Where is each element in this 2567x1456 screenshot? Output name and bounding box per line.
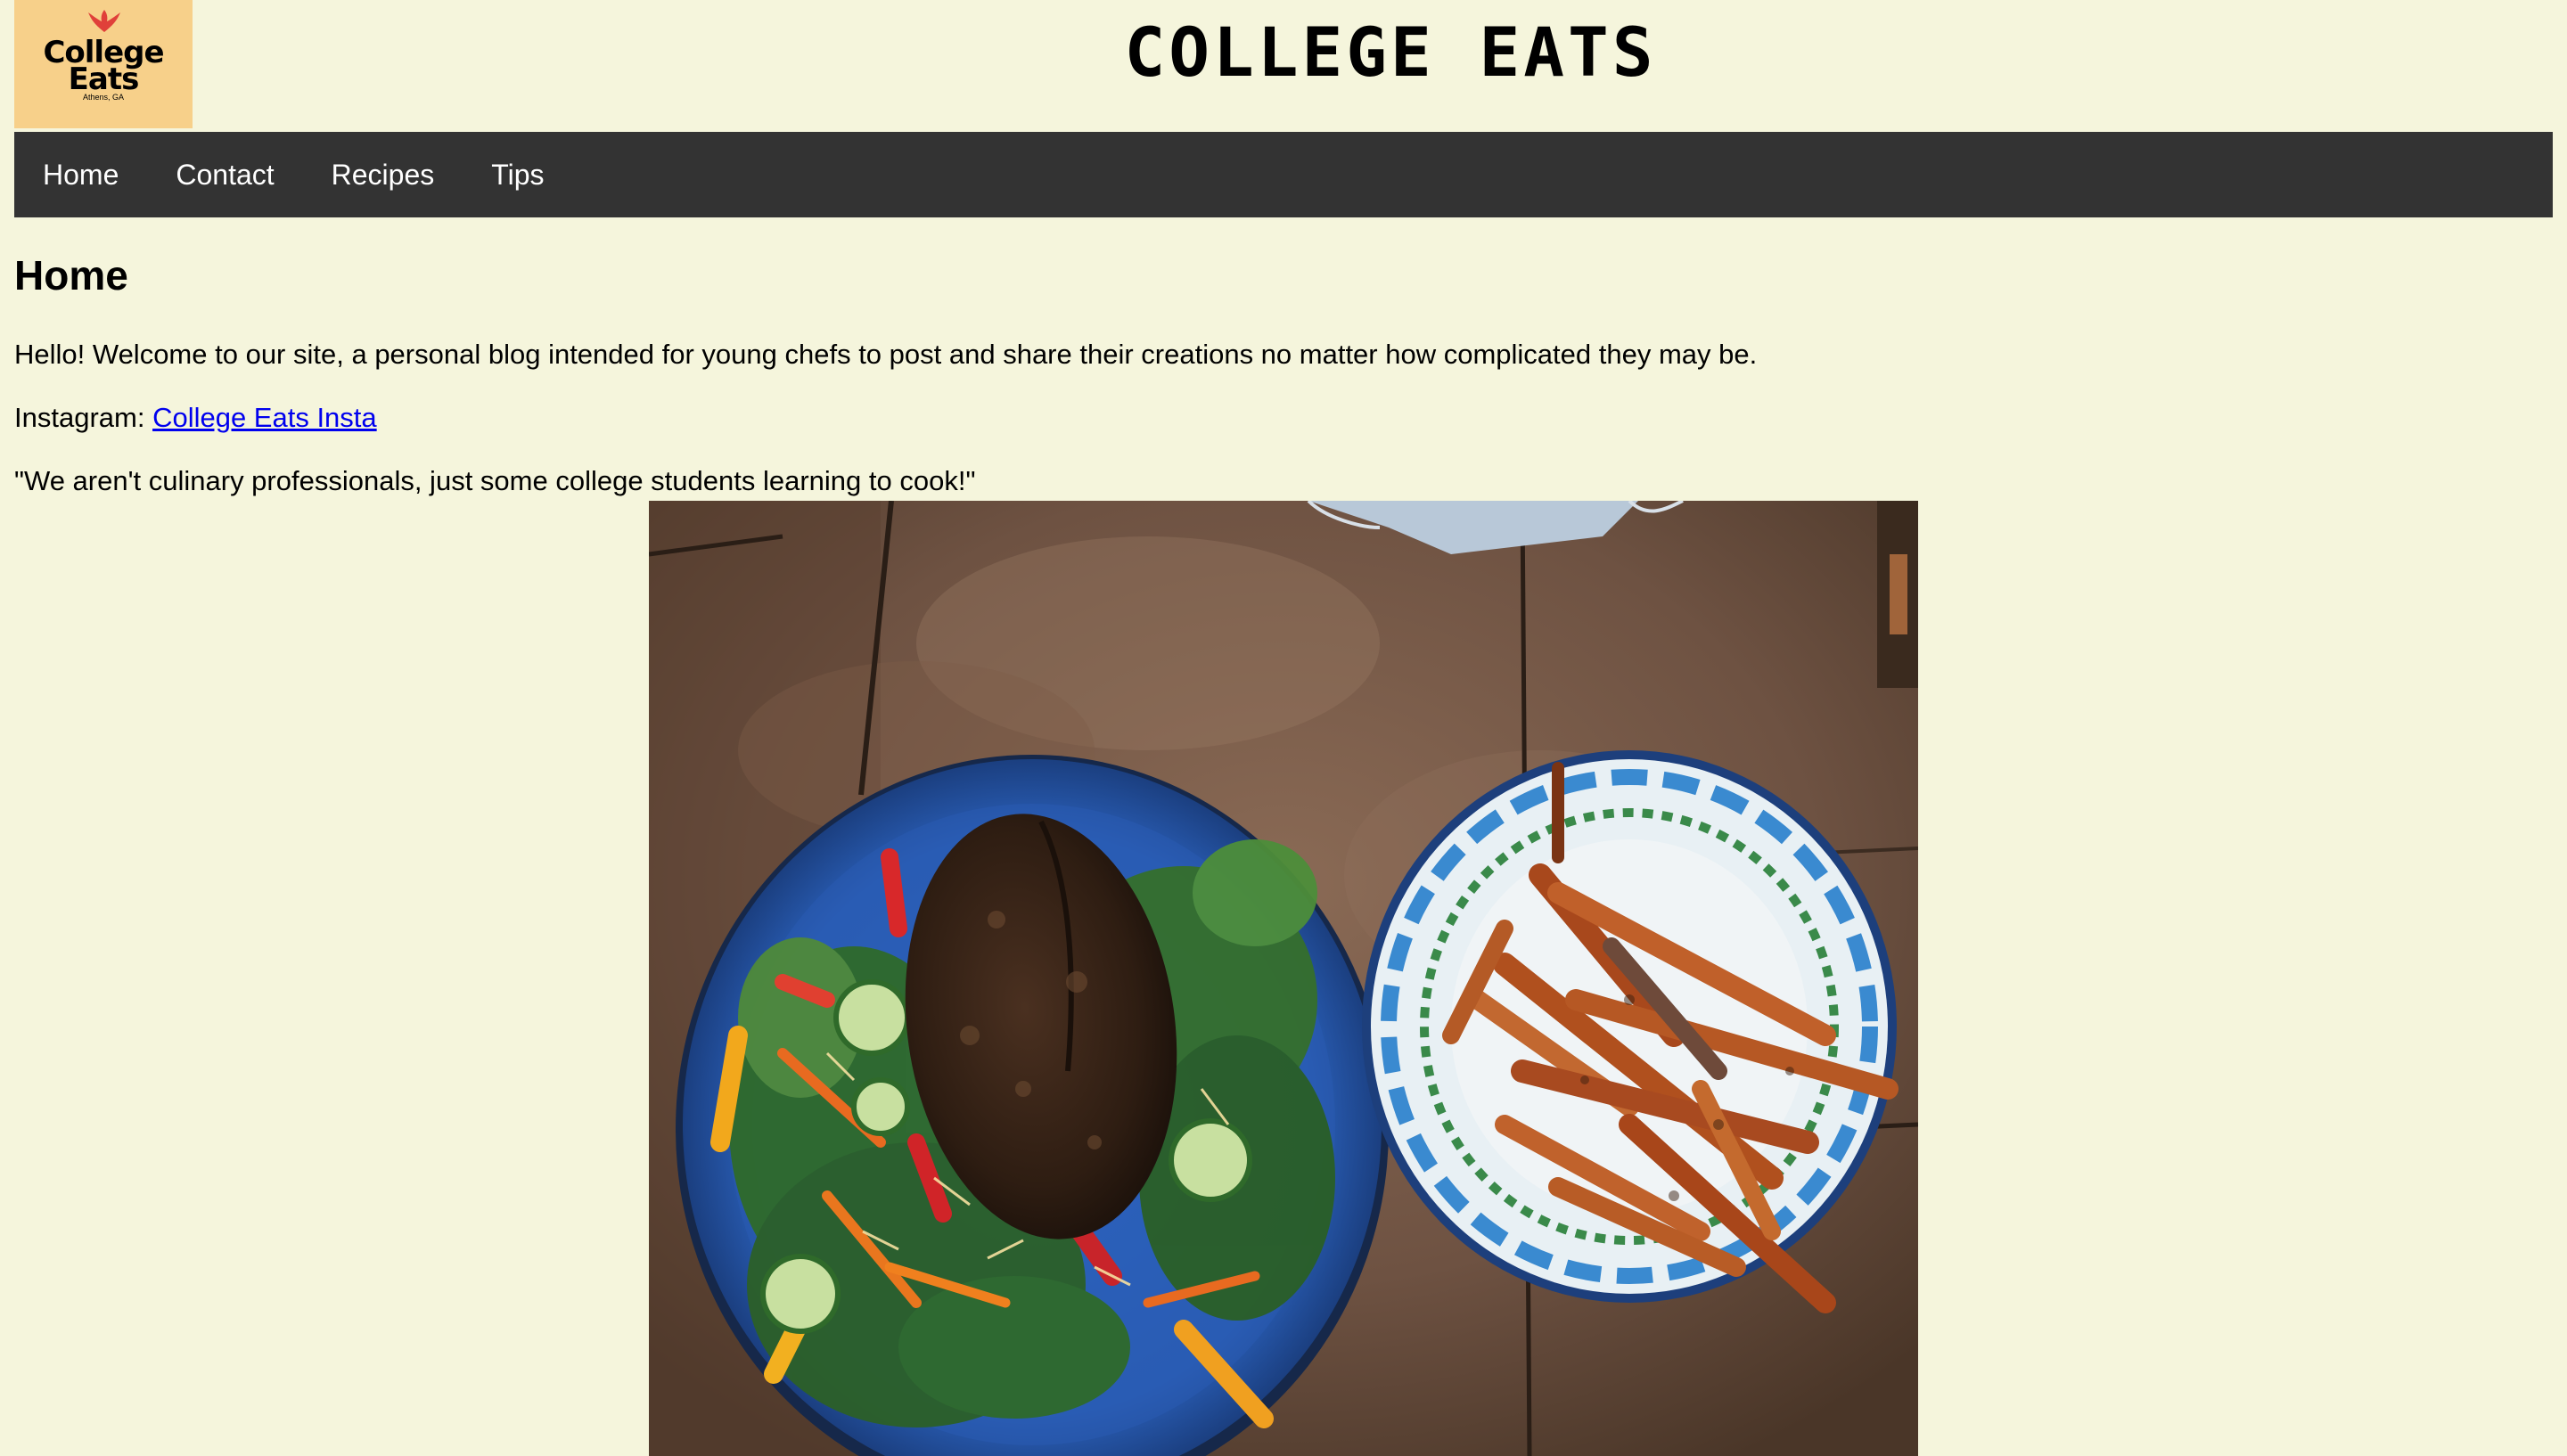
- page: College Eats Athens, GA COLLEGE EATS Hom…: [0, 0, 2567, 1456]
- page-heading: Home: [14, 252, 128, 299]
- nav-item-recipes[interactable]: Recipes: [303, 132, 463, 217]
- quote-text: "We aren't culinary professionals, just …: [14, 465, 976, 496]
- food-photo: [649, 501, 1918, 1456]
- welcome-text: Hello! Welcome to our site, a personal b…: [14, 339, 1758, 370]
- instagram-line: Instagram: College Eats Insta: [14, 398, 377, 438]
- instagram-link[interactable]: College Eats Insta: [152, 402, 377, 433]
- nav-item-tips[interactable]: Tips: [463, 132, 572, 217]
- site-title: COLLEGE EATS: [1124, 12, 1657, 92]
- main-nav: Home Contact Recipes Tips: [14, 132, 2553, 217]
- nav-item-home[interactable]: Home: [14, 132, 147, 217]
- nav-item-contact[interactable]: Contact: [147, 132, 302, 217]
- instagram-label: Instagram:: [14, 402, 153, 433]
- logo-location: Athens, GA: [82, 93, 125, 102]
